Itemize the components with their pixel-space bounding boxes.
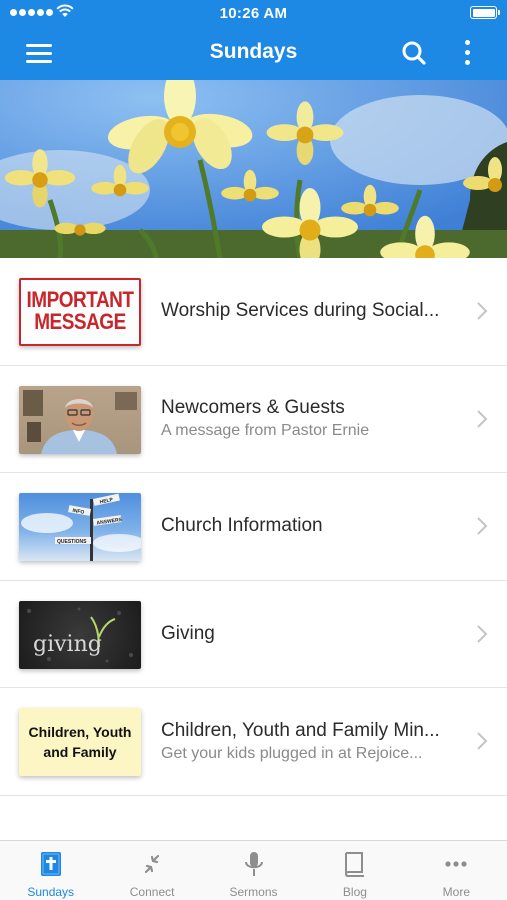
tab-label: Connect (129, 885, 175, 899)
list-item-title: Giving (161, 622, 215, 644)
giving-thumbnail: giving (19, 600, 141, 669)
tab-connect[interactable]: Connect (101, 841, 202, 900)
tab-blog[interactable]: Blog (304, 841, 405, 900)
signpost-label: QUESTIONS (57, 539, 87, 545)
hero-daffodils-image (0, 80, 507, 258)
pastor-photo-thumbnail (19, 385, 141, 454)
battery-icon (470, 6, 500, 19)
tab-label: Blog (342, 885, 367, 899)
status-bar: 10:26 AM (0, 0, 507, 26)
list-item-newcomers[interactable]: Newcomers & Guests A message from Pastor… (0, 366, 507, 473)
list-item-text: Children, Youth and Family Min... Get yo… (161, 688, 459, 795)
tab-label: Sundays (27, 885, 75, 899)
top-bar: 10:26 AM Sundays (0, 0, 507, 80)
bottom-tab-bar: Sundays Connect Sermons Blog More (0, 840, 507, 900)
list-item-text: Church Information (161, 473, 459, 580)
list-item-giving[interactable]: giving Giving (0, 581, 507, 688)
chevron-right-icon (477, 625, 488, 643)
list-item-worship-services[interactable]: IMPORTANT MESSAGE Worship Services durin… (0, 258, 507, 366)
thumbnail-text-line: and Family (43, 744, 117, 760)
children-youth-family-thumbnail: Children, Youth and Family (19, 708, 141, 776)
list-item-text: Giving (161, 581, 459, 688)
thumbnail-text-line: Children, Youth (28, 724, 132, 740)
list-item-title: Worship Services during Social... (161, 300, 440, 322)
list-item-title: Children, Youth and Family Min... (161, 719, 440, 741)
list-item-text: Worship Services during Social... (161, 258, 459, 365)
list-item-title: Newcomers & Guests (161, 397, 345, 419)
more-dots-icon (445, 861, 467, 867)
thumbnail-text-line: MESSAGE (34, 310, 126, 335)
nav-bar: Sundays (0, 26, 507, 80)
chevron-right-icon (477, 517, 488, 535)
microphone-icon (244, 852, 263, 876)
important-message-thumbnail: IMPORTANT MESSAGE (19, 278, 141, 346)
tab-sermons[interactable]: Sermons (203, 841, 304, 900)
chevron-right-icon (477, 410, 488, 428)
signpost-label: INFO (72, 508, 85, 516)
chevron-right-icon (477, 732, 488, 750)
list-item-subtitle: Get your kids plugged in at Rejoice... (161, 744, 423, 762)
connect-arrows-icon (145, 854, 160, 874)
bible-icon (40, 852, 61, 876)
chevron-right-icon (477, 302, 488, 320)
tab-more[interactable]: More (406, 841, 507, 900)
tab-sundays[interactable]: Sundays (0, 841, 101, 900)
list-item-title: Church Information (161, 515, 323, 537)
giving-thumbnail-text: giving (33, 632, 102, 657)
list-item-subtitle: A message from Pastor Ernie (161, 422, 370, 440)
search-icon[interactable] (396, 36, 432, 70)
content-list: IMPORTANT MESSAGE Worship Services durin… (0, 258, 507, 796)
daffodils-illustration (0, 80, 507, 258)
signpost-thumbnail: HELP INFO ANSWERS QUESTIONS (19, 493, 141, 561)
list-item-church-information[interactable]: HELP INFO ANSWERS QUESTIONS Church Infor… (0, 473, 507, 581)
status-time: 10:26 AM (219, 5, 288, 22)
list-item-children-youth-family[interactable]: Children, Youth and Family Children, You… (0, 688, 507, 796)
book-icon (344, 852, 364, 877)
app-screen: 10:26 AM Sundays IMPORTANT MESSAGE Worsh… (0, 0, 507, 900)
list-item-text: Newcomers & Guests A message from Pastor… (161, 366, 459, 473)
tab-label: Sermons (229, 885, 278, 899)
overflow-menu-icon[interactable] (452, 36, 482, 70)
tab-label: More (442, 885, 470, 899)
